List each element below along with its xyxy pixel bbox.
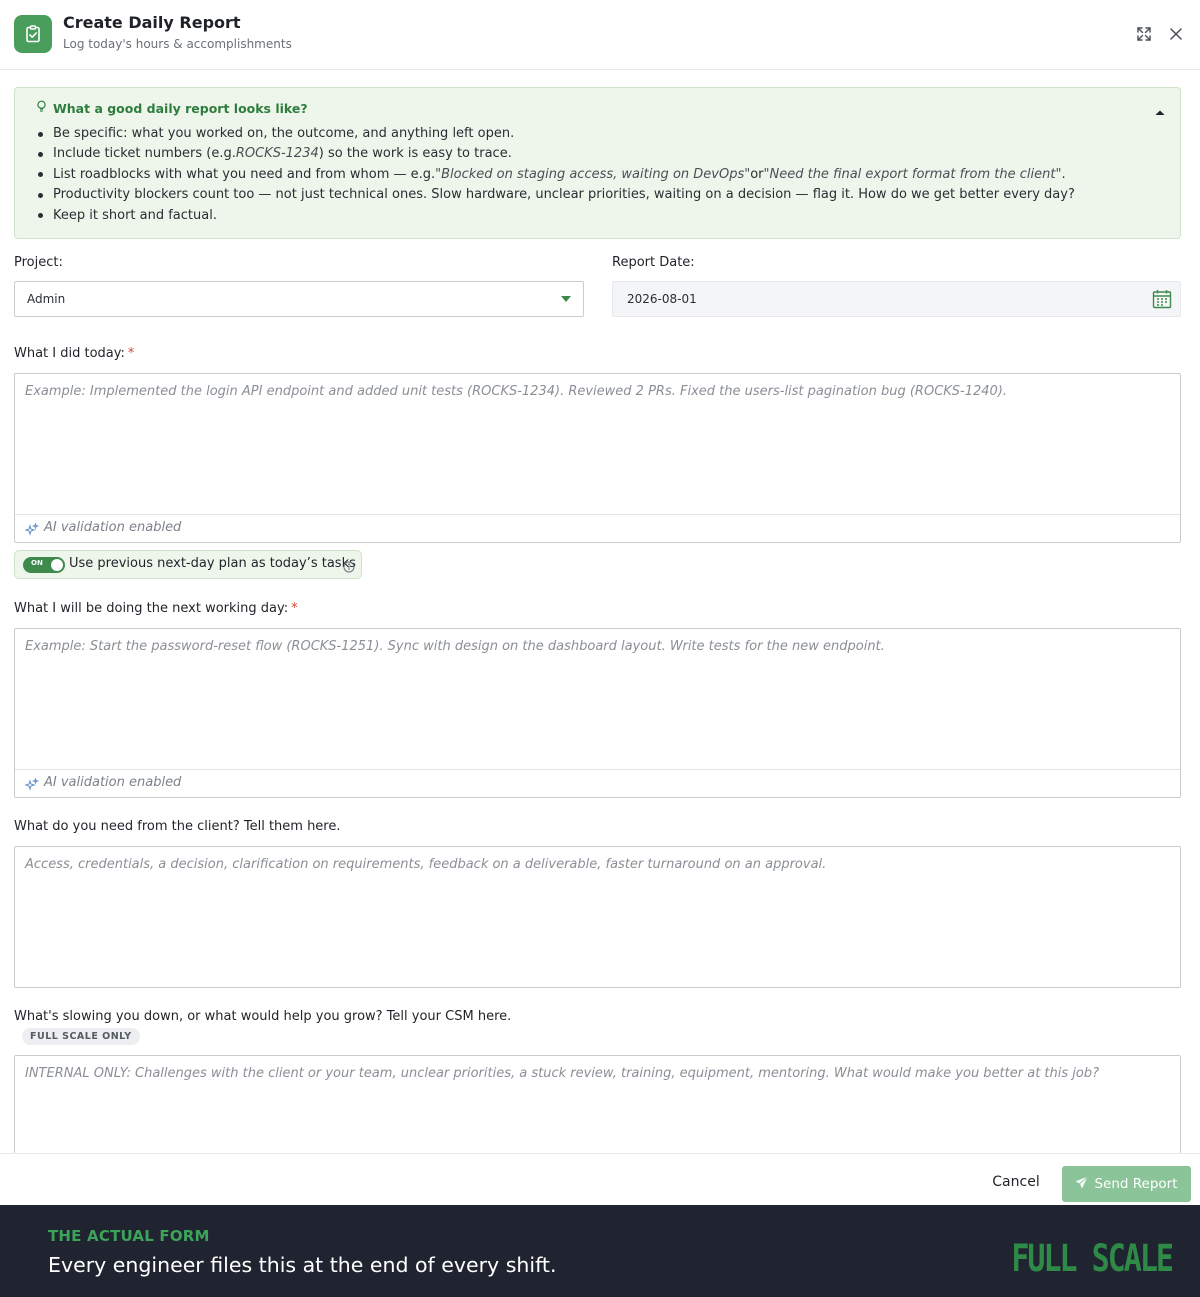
report-date-value: 2026-08-01 [627, 292, 697, 306]
tip-item: List roadblocks with what you need and f… [38, 165, 1075, 185]
next-day-label: What I will be doing the next working da… [14, 601, 298, 616]
required-marker: * [127, 346, 135, 361]
calendar-icon[interactable] [1152, 289, 1172, 309]
modal-footer: Cancel Send Report [0, 1153, 1200, 1205]
sparkle-icon [24, 522, 40, 536]
today-textarea[interactable]: Example: Implemented the login API endpo… [14, 373, 1181, 543]
report-date-field[interactable]: 2026-08-01 [612, 281, 1181, 317]
ai-validation-text: AI validation enabled [44, 775, 182, 790]
caption-banner: THE ACTUAL FORM Every engineer files thi… [0, 1205, 1200, 1297]
csm-placeholder: INTERNAL ONLY: Challenges with the clien… [25, 1066, 1099, 1081]
tip-item: Include ticket numbers (e.g. ROCKS-1234)… [38, 144, 1075, 164]
modal-title: Create Daily Report [63, 13, 241, 32]
client-needs-label: What do you need from the client? Tell t… [14, 819, 341, 834]
expand-icon[interactable] [1135, 25, 1153, 43]
use-previous-plan-toggle-row: ON Use previous next-day plan as today’s… [14, 550, 362, 579]
ai-validation-bar: AI validation enabled [15, 514, 1180, 542]
use-previous-plan-label: Use previous next-day plan as today’s ta… [69, 556, 356, 571]
tip-item: Keep it short and factual. [38, 206, 1075, 226]
sparkle-icon [24, 777, 40, 791]
tips-header: What a good daily report looks like? [36, 100, 308, 116]
send-report-label: Send Report [1094, 1176, 1178, 1192]
tip-item: Be specific: what you worked on, the out… [38, 124, 1075, 144]
tip-item: Productivity blockers count too — not ju… [38, 185, 1075, 205]
modal-subtitle: Log today's hours & accomplishments [63, 37, 292, 51]
send-report-button[interactable]: Send Report [1062, 1166, 1191, 1202]
lightbulb-icon [36, 100, 47, 116]
next-day-placeholder: Example: Start the password-reset flow (… [25, 639, 885, 654]
switch-state: ON [31, 559, 43, 567]
client-needs-placeholder: Access, credentials, a decision, clarifi… [25, 857, 827, 872]
tips-title: What a good daily report looks like? [53, 100, 308, 116]
report-date-label: Report Date: [612, 255, 695, 270]
tips-list: Be specific: what you worked on, the out… [38, 124, 1075, 226]
clipboard-check-icon [14, 15, 52, 53]
send-icon [1075, 1175, 1089, 1193]
tips-panel: What a good daily report looks like? Be … [14, 87, 1181, 239]
project-select[interactable]: Admin [14, 281, 584, 317]
today-placeholder: Example: Implemented the login API endpo… [25, 384, 1008, 399]
close-icon[interactable] [1167, 25, 1185, 43]
switch-knob [51, 559, 63, 571]
banner-headline: Every engineer files this at the end of … [48, 1253, 557, 1277]
ai-validation-bar: AI validation enabled [15, 769, 1180, 797]
project-value: Admin [27, 292, 66, 306]
use-previous-plan-switch[interactable]: ON [23, 557, 65, 573]
modal-header: Create Daily Report Log today's hours & … [0, 0, 1200, 70]
info-icon[interactable] [343, 558, 355, 573]
project-label: Project: [14, 255, 63, 270]
csm-label: What's slowing you down, or what would h… [14, 1009, 512, 1024]
full-scale-only-badge: FULL SCALE ONLY [22, 1028, 140, 1045]
ai-validation-text: AI validation enabled [44, 520, 182, 535]
cancel-button[interactable]: Cancel [980, 1165, 1052, 1199]
banner-kicker: THE ACTUAL FORM [48, 1227, 210, 1245]
collapse-chevron-icon[interactable] [1154, 104, 1166, 116]
full-scale-logo: FULL SCALE [1011, 1237, 1174, 1281]
chevron-down-icon [561, 296, 571, 302]
daily-report-modal: Create Daily Report Log today's hours & … [0, 0, 1200, 1205]
client-needs-textarea[interactable]: Access, credentials, a decision, clarifi… [14, 846, 1181, 988]
today-label: What I did today: * [14, 346, 135, 361]
required-marker: * [291, 601, 298, 616]
next-day-textarea[interactable]: Example: Start the password-reset flow (… [14, 628, 1181, 798]
